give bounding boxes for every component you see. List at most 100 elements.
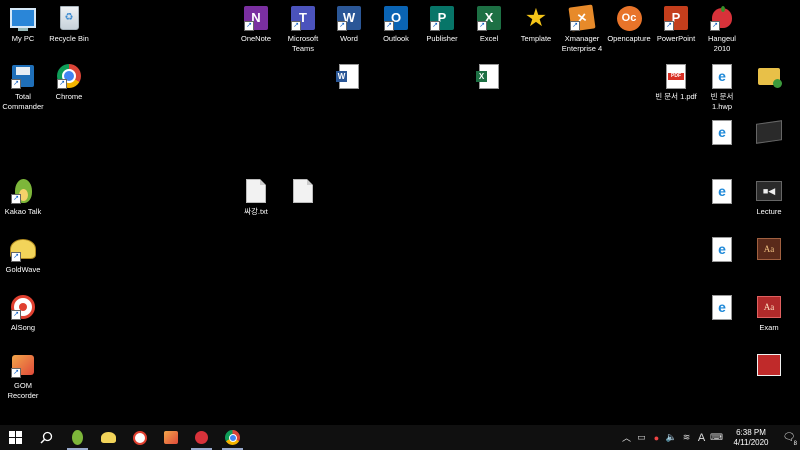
notification-count: 8: [793, 441, 797, 447]
alsong-shortcut[interactable]: ↗ AlSong: [0, 291, 51, 333]
hwp-document-icon: e: [709, 119, 735, 145]
notification-button[interactable]: 🗨 8: [778, 425, 800, 450]
shortcut-arrow-icon: ↗: [664, 21, 674, 31]
kakao-talk-shortcut[interactable]: ↗ Kakao Talk: [0, 175, 51, 217]
recycle-bin-icon: ♻: [56, 5, 82, 31]
outlook-icon: O ↗: [383, 5, 409, 31]
windows-logo-icon: [9, 431, 22, 444]
shortcut-arrow-icon: ↗: [11, 194, 21, 204]
shortcut-arrow-icon: ↗: [430, 21, 440, 31]
shortcut-arrow-icon: ↗: [477, 21, 487, 31]
shortcut-arrow-icon: ↗: [570, 21, 580, 31]
clock-date: 4/11/2020: [733, 437, 769, 447]
hwp-document-icon: e: [709, 178, 735, 204]
search-button[interactable]: [31, 425, 62, 450]
opencapture-icon: Oc: [616, 5, 642, 31]
hwp-document-icon: e: [709, 63, 735, 89]
clock[interactable]: 6:38 PM 4/11/2020: [728, 428, 774, 448]
hangeul-label: Hangeul 2010: [708, 34, 736, 53]
dictionary-shortcut[interactable]: Aa: [741, 233, 797, 265]
user-folder[interactable]: [741, 60, 797, 92]
gom-label: GOM Recorder: [7, 381, 39, 400]
recycle-bin-shortcut[interactable]: ♻ Recycle Bin: [41, 2, 97, 44]
excel-document-icon: X: [476, 63, 502, 89]
onenote-icon: N ↗: [243, 5, 269, 31]
blank-file-icon: [290, 178, 316, 204]
alsong-icon: [132, 430, 147, 445]
taskbar-gom-recorder[interactable]: [155, 425, 186, 450]
kakao-icon: ↗: [10, 178, 36, 204]
goldwave-label: GoldWave: [5, 265, 41, 274]
teams-icon: T ↗: [290, 5, 316, 31]
search-icon: [40, 431, 53, 444]
taskbar-hangeul[interactable]: [186, 425, 217, 450]
dictionary-icon: Aa: [756, 236, 782, 262]
shortcut-arrow-icon: ↗: [710, 21, 720, 31]
kakao-label: Kakao Talk: [4, 207, 42, 216]
folder-user-icon: [756, 63, 782, 89]
exam-label: Exam: [759, 323, 779, 332]
red-book-icon: [756, 352, 782, 378]
apple-icon: [195, 431, 208, 444]
recycle-bin-label: Recycle Bin: [49, 34, 89, 43]
ime-indicator[interactable]: A: [694, 425, 709, 450]
start-button[interactable]: [0, 425, 31, 450]
excel-icon: X ↗: [476, 5, 502, 31]
goldwave-icon: [101, 432, 116, 443]
taskbar-chrome[interactable]: [217, 425, 248, 450]
text-file-icon: [243, 178, 269, 204]
xmanager-icon: ✕ ↗: [568, 4, 596, 32]
hwp-document-icon: e: [709, 294, 735, 320]
excel-document-file[interactable]: X: [461, 60, 517, 92]
alsong-icon: ↗: [10, 294, 36, 320]
shortcut-arrow-icon: ↗: [11, 368, 21, 378]
chrome-icon: ↗: [56, 63, 82, 89]
security-icon[interactable]: ●: [649, 425, 664, 450]
red-book-shortcut[interactable]: [741, 349, 797, 381]
publisher-icon: P ↗: [429, 5, 455, 31]
taskbar: ︿ ▭ ● 🔈 ≋ A ⌨ 6:38 PM 4/11/2020 🗨 8: [0, 425, 800, 450]
shortcut-arrow-icon: ↗: [384, 21, 394, 31]
chevron-up-icon[interactable]: ︿: [619, 425, 634, 450]
keyboard-icon[interactable]: ⌨: [709, 425, 724, 450]
lecture-folder[interactable]: ■◀ Lecture: [741, 175, 797, 217]
word-document-file[interactable]: W: [321, 60, 377, 92]
network-icon[interactable]: ≋: [679, 425, 694, 450]
gom-recorder-shortcut[interactable]: ↗ GOM Recorder: [0, 349, 51, 401]
battery-icon[interactable]: ▭: [634, 425, 649, 450]
shortcut-arrow-icon: ↗: [244, 21, 254, 31]
monitor-icon: [10, 5, 36, 31]
taskbar-goldwave[interactable]: [93, 425, 124, 450]
video-camera-icon: ■◀: [756, 178, 782, 204]
hangeul-shortcut[interactable]: ↗ Hangeul 2010: [694, 2, 750, 54]
kakao-icon: [72, 430, 83, 445]
goldwave-shortcut[interactable]: ↗ GoldWave: [0, 233, 51, 275]
system-tray: ︿ ▭ ● 🔈 ≋ A ⌨ 6:38 PM 4/11/2020 🗨 8: [619, 425, 800, 450]
txt-label: 싸강.txt: [244, 207, 268, 216]
floppy-disk-icon: ↗: [10, 63, 36, 89]
alsong-label: AlSong: [10, 323, 36, 332]
clock-time: 6:38 PM: [736, 427, 766, 437]
shortcut-arrow-icon: ↗: [11, 252, 21, 262]
pdf-icon: PDF: [663, 63, 689, 89]
word-icon: W ↗: [336, 5, 362, 31]
goldwave-icon: ↗: [10, 236, 36, 262]
gom-recorder-icon: [163, 431, 178, 444]
blank-file[interactable]: [275, 175, 331, 207]
gom-recorder-icon: ↗: [10, 352, 36, 378]
chrome-label: Chrome: [55, 92, 83, 101]
dictionary-icon: Aa: [756, 294, 782, 320]
shortcut-arrow-icon: ↗: [11, 79, 21, 89]
speaker-icon[interactable]: 🔈: [664, 425, 679, 450]
taskbar-kakao-talk[interactable]: [62, 425, 93, 450]
apple-icon: ↗: [709, 5, 735, 31]
hwp-document-icon: e: [709, 236, 735, 262]
exam-shortcut[interactable]: Aa Exam: [741, 291, 797, 333]
powerpoint-icon: P ↗: [663, 5, 689, 31]
shortcut-arrow-icon: ↗: [11, 310, 21, 320]
chrome-shortcut[interactable]: ↗ Chrome: [41, 60, 97, 102]
dark-book-shortcut[interactable]: [741, 116, 797, 148]
book-icon: [756, 119, 782, 145]
taskbar-alsong[interactable]: [124, 425, 155, 450]
chrome-icon: [225, 430, 240, 445]
